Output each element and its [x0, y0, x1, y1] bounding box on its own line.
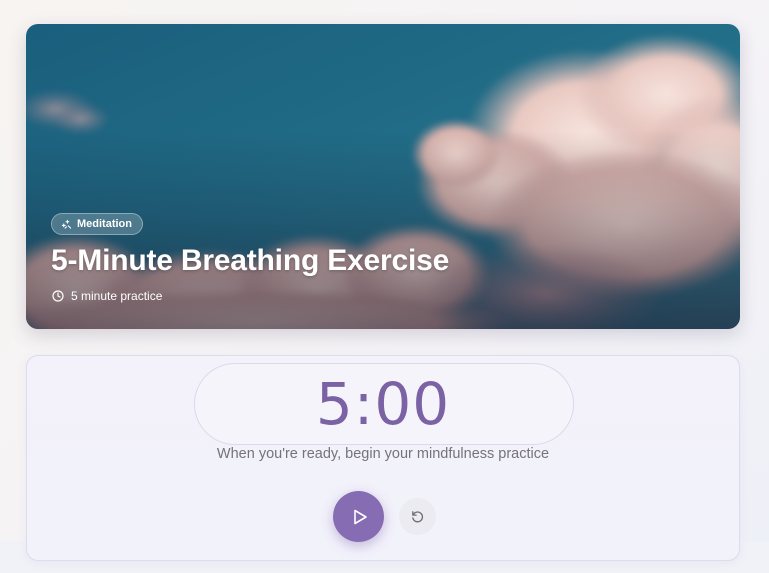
- play-button[interactable]: [333, 491, 384, 542]
- duration-info: 5 minute practice: [52, 289, 162, 303]
- category-tag[interactable]: Meditation: [51, 213, 143, 235]
- timer-display: 5:00: [315, 370, 451, 438]
- sparkles-icon: [61, 219, 72, 230]
- play-icon: [348, 508, 369, 526]
- timer-prompt: When you're ready, begin your mindfulnes…: [216, 446, 550, 462]
- hero-card: Meditation 5-Minute Breathing Exercise 5…: [26, 24, 740, 329]
- page-title: 5-Minute Breathing Exercise: [51, 244, 450, 277]
- hero-overlay: [26, 24, 740, 329]
- timer-card: 5:00 When you're ready, begin your mindf…: [26, 355, 740, 561]
- clock-icon: [52, 290, 64, 302]
- reset-button[interactable]: [399, 498, 436, 535]
- category-tag-label: Meditation: [77, 218, 132, 230]
- duration-label: 5 minute practice: [71, 289, 163, 303]
- page: Meditation 5-Minute Breathing Exercise 5…: [0, 0, 769, 573]
- reset-icon: [410, 509, 425, 524]
